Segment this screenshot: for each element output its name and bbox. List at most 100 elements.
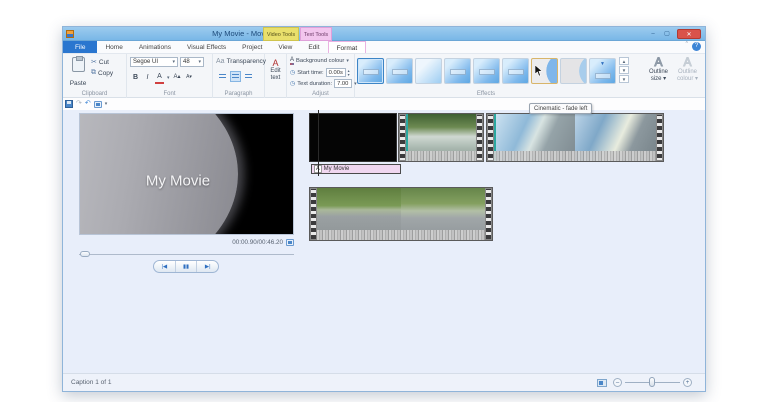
font-size-select[interactable]: 48 ▾ bbox=[180, 57, 204, 67]
background-colour-icon: A bbox=[290, 57, 295, 65]
edit-text-button[interactable]: A Edit text bbox=[265, 58, 286, 81]
fullscreen-preview-icon[interactable] bbox=[286, 239, 294, 246]
maximize-button[interactable]: ▢ bbox=[661, 29, 673, 39]
font-family-select[interactable]: Segoe UI ▾ bbox=[130, 57, 178, 67]
grow-font-button[interactable]: A▴ bbox=[173, 72, 182, 83]
start-time-label: Start time: bbox=[297, 69, 324, 76]
preview-icon[interactable] bbox=[93, 100, 102, 108]
align-left-button[interactable] bbox=[217, 71, 228, 82]
seek-track[interactable] bbox=[79, 254, 294, 255]
copy-button[interactable]: ⧉ Copy bbox=[91, 69, 113, 77]
align-right-button[interactable] bbox=[243, 71, 254, 82]
effect-thumb-cinematic-2[interactable] bbox=[386, 58, 413, 84]
effect-preview-bar bbox=[479, 69, 495, 75]
caption-track-item[interactable]: A My Movie bbox=[311, 164, 401, 174]
effect-thumb-cinematic-1[interactable] bbox=[357, 58, 384, 84]
zoom-out-button[interactable]: – bbox=[613, 378, 622, 387]
font-color-button[interactable]: A bbox=[155, 71, 164, 84]
effect-thumb-fade[interactable] bbox=[415, 58, 442, 84]
undo-icon[interactable]: ↶ bbox=[85, 99, 91, 109]
background-colour-button[interactable]: A Background colour ▾ bbox=[290, 57, 349, 65]
zoom-in-button[interactable]: + bbox=[683, 378, 692, 387]
tab-format[interactable]: Format bbox=[327, 41, 367, 53]
cut-button[interactable]: ✂ Cut bbox=[91, 58, 109, 67]
text-duration-input[interactable]: 7.00 bbox=[334, 79, 353, 88]
spin-down-icon[interactable]: ▾ bbox=[348, 72, 350, 77]
video-clip-road[interactable] bbox=[486, 113, 664, 162]
effect-thumb-4[interactable] bbox=[473, 58, 500, 84]
outline-colour-button[interactable]: A Outline colour ▾ bbox=[674, 55, 701, 94]
effect-thumb-3[interactable] bbox=[444, 58, 471, 84]
font-size-value: 48 bbox=[183, 59, 190, 65]
tab-view[interactable]: View bbox=[270, 41, 300, 53]
gallery-more-icon[interactable]: ▼ bbox=[619, 75, 629, 83]
filmstrip-sprockets bbox=[487, 114, 494, 161]
outline-size-button[interactable]: A Outline size ▾ bbox=[645, 55, 672, 94]
audio-waveform bbox=[406, 151, 476, 161]
filmstrip-sprockets bbox=[399, 114, 406, 161]
effect-thumb-fade-right[interactable] bbox=[560, 58, 587, 84]
title-clip[interactable] bbox=[309, 113, 397, 162]
start-time-spinner[interactable]: ▴ ▾ bbox=[348, 69, 350, 76]
qat-customize-dropdown-icon[interactable]: ▾ bbox=[105, 101, 108, 107]
clipboard-group-label: Clipboard bbox=[81, 91, 108, 97]
gallery-scroll-up-icon[interactable]: ▲ bbox=[619, 57, 629, 65]
ribbon-chrome: ˆ ? bbox=[686, 42, 701, 51]
shrink-font-button[interactable]: A▾ bbox=[185, 72, 194, 83]
effect-thumb-drop[interactable] bbox=[589, 58, 616, 84]
italic-button[interactable]: I bbox=[143, 72, 152, 83]
pause-button[interactable]: ▮▮ bbox=[174, 261, 197, 272]
tab-file[interactable]: File bbox=[63, 41, 98, 53]
cut-label: Cut bbox=[98, 58, 109, 66]
thumbnail-size-icon[interactable] bbox=[597, 379, 607, 387]
effects-group: ▲ ▼ ▼ Effects bbox=[355, 54, 641, 98]
caption-label: My Movie bbox=[323, 166, 350, 172]
seek-bar[interactable] bbox=[79, 251, 294, 257]
transparency-button[interactable]: Aa Transparency bbox=[216, 58, 266, 65]
tab-home[interactable]: Home bbox=[97, 41, 130, 53]
gallery-scroll-down-icon[interactable]: ▼ bbox=[619, 66, 629, 74]
align-right-icon bbox=[245, 74, 252, 80]
collapse-ribbon-icon[interactable]: ˆ bbox=[686, 42, 688, 51]
copy-label: Copy bbox=[98, 69, 114, 77]
clip-thumbnail bbox=[317, 188, 485, 240]
clock-icon: ◷ bbox=[290, 81, 296, 87]
effect-thumb-5[interactable] bbox=[502, 58, 529, 84]
paste-button[interactable]: Paste bbox=[67, 56, 89, 90]
align-center-button[interactable] bbox=[230, 71, 241, 82]
edit-text-icon: A bbox=[272, 58, 279, 68]
zoom-slider-thumb[interactable] bbox=[649, 377, 655, 387]
timecode: 00:00.90/00:46.20 bbox=[232, 239, 283, 246]
text-tools-contextual-header: Text Tools bbox=[300, 27, 332, 41]
tab-animations[interactable]: Animations bbox=[131, 41, 179, 53]
filmstrip-sprockets bbox=[310, 188, 317, 240]
help-icon[interactable]: ? bbox=[692, 42, 701, 51]
audio-waveform bbox=[317, 230, 485, 240]
seek-thumb[interactable] bbox=[80, 251, 90, 257]
video-clip-waterfall[interactable] bbox=[398, 113, 484, 162]
start-time-row: ◷ Start time: 0.00s ▴ ▾ bbox=[290, 68, 350, 77]
playhead[interactable] bbox=[318, 110, 319, 176]
preview-title-text: My Movie bbox=[145, 172, 211, 190]
effect-preview-bar bbox=[450, 69, 466, 75]
scissors-icon: ✂ bbox=[91, 59, 97, 66]
filmstrip-sprockets bbox=[485, 188, 492, 240]
titlebar: My Movie - Movie Maker Video Tools Text … bbox=[63, 27, 705, 41]
effect-preview-bar bbox=[363, 69, 379, 75]
chevron-down-icon[interactable]: ▾ bbox=[167, 75, 170, 81]
close-button[interactable]: ✕ bbox=[677, 29, 701, 39]
redo-icon[interactable]: ↷ bbox=[76, 99, 82, 109]
next-frame-button[interactable]: ▶| bbox=[196, 261, 218, 272]
effect-thumb-cinematic-fade-left[interactable] bbox=[531, 58, 558, 84]
start-time-input[interactable]: 0.00s bbox=[325, 68, 346, 77]
bold-button[interactable]: B bbox=[131, 72, 140, 83]
tab-visual-effects[interactable]: Visual Effects bbox=[179, 41, 234, 53]
tab-project[interactable]: Project bbox=[234, 41, 270, 53]
text-duration-row: ◷ Text duration: 7.00 ▾ bbox=[290, 79, 357, 88]
preview-monitor[interactable]: My Movie bbox=[79, 113, 294, 235]
previous-frame-button[interactable]: |◀ bbox=[154, 261, 175, 272]
tab-edit[interactable]: Edit bbox=[300, 41, 327, 53]
video-clip-street[interactable] bbox=[309, 187, 493, 241]
minimize-button[interactable]: – bbox=[647, 29, 659, 39]
save-icon[interactable] bbox=[65, 100, 73, 108]
